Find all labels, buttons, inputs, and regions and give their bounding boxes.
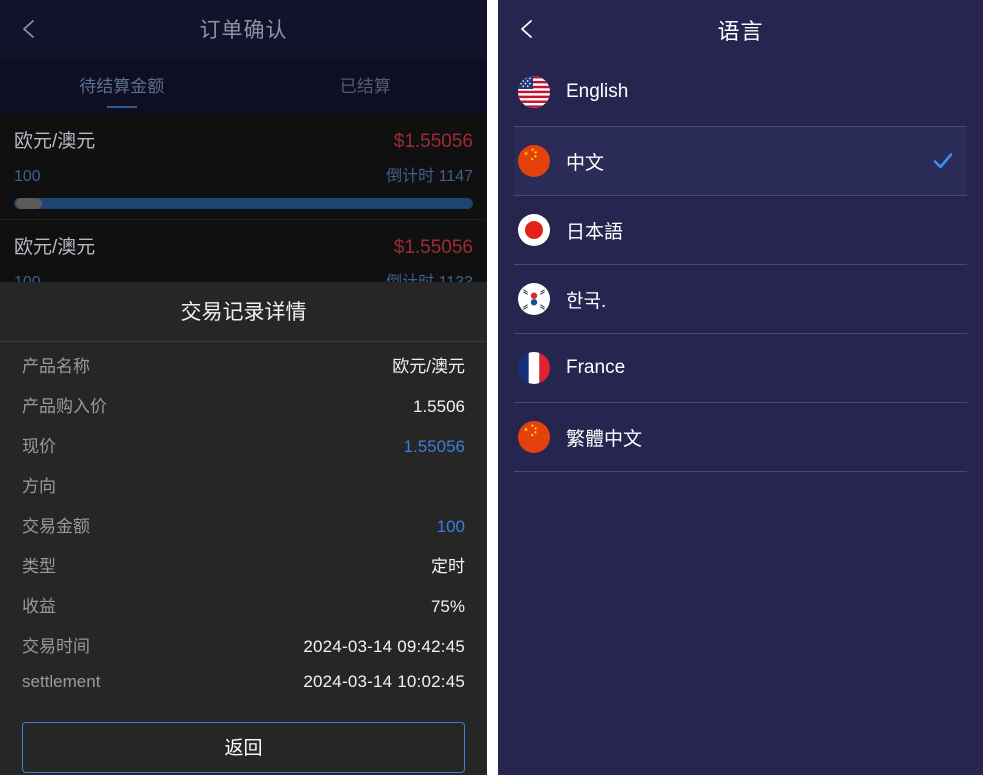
detail-label: 交易时间 [22,637,90,656]
language-screen: 语言 English 中文 日本語 한국. France 繁體中文 [498,0,983,775]
detail-label: 产品名称 [22,357,90,376]
order-top-row: 欧元/澳元 $1.55056 [14,126,473,153]
progress-knob [16,198,42,209]
detail-row: 交易金额 100 [22,512,465,552]
back-button[interactable]: 返回 [22,722,465,773]
detail-label: 产品购入价 [22,397,107,416]
flag-kr-icon [518,283,550,315]
right-header: 语言 [498,0,983,58]
detail-value: 定时 [431,557,465,576]
order-card[interactable]: 欧元/澳元 $1.55056 100 倒计时 1147 [0,114,487,220]
order-bottom-row: 100 倒计时 1147 [14,153,473,186]
detail-row: 类型 定时 [22,552,465,592]
order-price: $1.55056 [393,131,473,152]
order-top-row: 欧元/澳元 $1.55056 [14,232,473,259]
order-pair: 欧元/澳元 [14,237,96,258]
tab-label: 待结算金额 [79,77,165,96]
detail-row: 现价 1.55056 [22,432,465,472]
detail-label: 方向 [22,477,56,496]
detail-row: 产品购入价 1.5506 [22,392,465,432]
language-label: English [566,81,629,102]
detail-label: 现价 [22,437,56,456]
detail-value: 100 [436,517,465,536]
detail-label: 收益 [22,597,56,616]
order-progress-bar [14,198,473,209]
flag-us-icon [518,76,550,108]
language-item-france[interactable]: France [514,334,967,403]
order-amount: 100 [14,168,41,185]
tab-label: 已结算 [339,77,391,96]
language-label: 한국. [566,290,607,312]
detail-value: 75% [430,597,465,616]
trade-order-screen: 订单确认 待结算金额 已结算 欧元/澳元 $1.55056 100 倒计时 11… [0,0,487,775]
detail-value: 1.5506 [413,397,465,416]
detail-row: 方向 [22,472,465,512]
language-label: France [566,357,626,378]
language-label: 繁體中文 [566,428,643,450]
detail-row: 交易时间 2024-03-14 09:42:45 [22,632,465,672]
tab-pending-settlement[interactable]: 待结算金额 [0,58,244,114]
order-countdown: 倒计时 1147 [386,168,473,185]
detail-row: 收益 75% [22,592,465,632]
language-item-chinese[interactable]: 中文 [514,127,967,196]
detail-value: 2024-03-14 09:42:45 [303,637,465,656]
detail-value: 欧元/澳元 [392,357,465,376]
detail-row-list: 产品名称 欧元/澳元 产品购入价 1.5506 现价 1.55056 方向 交易… [0,342,487,712]
detail-panel-title: 交易记录详情 [0,282,487,342]
flag-cn-icon [518,421,550,453]
language-list: English 中文 日本語 한국. France 繁體中文 [514,58,967,472]
flag-jp-icon [518,214,550,246]
order-price: $1.55056 [393,237,473,258]
order-pair: 欧元/澳元 [14,131,96,152]
detail-label: 类型 [22,557,56,576]
settlement-tabs: 待结算金额 已结算 [0,58,487,114]
language-item-english[interactable]: English [514,58,967,127]
detail-value: 2024-03-14 10:02:45 [303,672,465,691]
detail-row: settlement 2024-03-14 10:02:45 [22,672,465,712]
language-label: 日本語 [566,221,624,243]
language-item-japanese[interactable]: 日本語 [514,196,967,265]
detail-value: 1.55056 [403,437,465,456]
transaction-detail-panel: 交易记录详情 产品名称 欧元/澳元 产品购入价 1.5506 现价 1.5505… [0,282,487,775]
language-item-traditional-chinese[interactable]: 繁體中文 [514,403,967,472]
page-title: 订单确认 [199,19,288,42]
language-label: 中文 [566,152,605,174]
detail-label: 交易金额 [22,517,90,536]
detail-label: settlement [22,672,101,691]
detail-row: 产品名称 欧元/澳元 [22,352,465,392]
language-item-korean[interactable]: 한국. [514,265,967,334]
flag-cn-icon [518,145,550,177]
left-header: 订单确认 [0,0,487,58]
page-title: 语言 [717,19,764,44]
check-icon [931,149,955,173]
tab-settled[interactable]: 已结算 [244,58,488,114]
flag-fr-icon [518,352,550,384]
